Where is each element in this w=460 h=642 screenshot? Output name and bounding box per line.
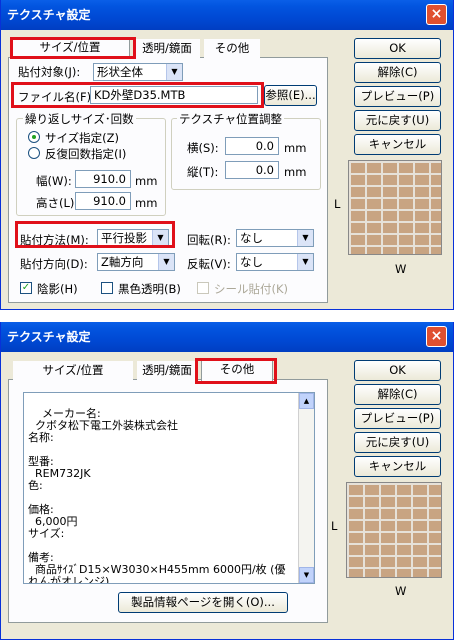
black-transparent-checkbox[interactable] xyxy=(101,282,113,294)
product-info-text[interactable]: メーカー名: クボタ松下電工外装株式会社 名称: 型番: REM732JK 色:… xyxy=(23,392,315,584)
highlight-box xyxy=(15,221,175,248)
width-unit: mm xyxy=(135,174,158,188)
texture-settings-dialog-other: テクスチャ設定 × サイズ/位置 透明/鏡面 その他 メーカー名: クボタ松下電… xyxy=(0,322,454,640)
close-button[interactable]: × xyxy=(426,326,447,347)
height-unit: mm xyxy=(135,196,158,210)
undo-button[interactable]: 元に戻す(U) xyxy=(354,432,441,453)
product-info-content: メーカー名: クボタ松下電工外装株式会社 名称: 型番: REM732JK 色:… xyxy=(28,407,286,584)
highlight-box xyxy=(195,358,277,384)
preview-button[interactable]: プレビュー(P) xyxy=(354,86,441,107)
ok-button[interactable]: OK xyxy=(354,38,441,59)
chevron-down-icon: ▼ xyxy=(297,230,313,246)
dialog-title: テクスチャ設定 xyxy=(7,330,91,344)
radio-size-spec-label: サイズ指定(Z) xyxy=(45,131,120,145)
cancel-button[interactable]: キャンセル xyxy=(354,134,441,155)
seal-label: シール貼付(K) xyxy=(214,282,289,296)
tab-other[interactable]: その他 xyxy=(204,39,260,59)
width-label: 幅(W): xyxy=(36,174,72,188)
repeat-size-group-label: 繰り返しサイズ･回数 xyxy=(23,111,136,127)
highlight-box xyxy=(10,37,136,59)
vertical-field[interactable]: 0.0 xyxy=(225,161,279,179)
direction-label: 貼付方向(D): xyxy=(20,257,88,271)
shadow-checkbox[interactable]: ✓ xyxy=(20,282,32,294)
width-field[interactable]: 910.0 xyxy=(75,170,131,188)
direction-select[interactable]: Z軸方向 ▼ xyxy=(97,253,175,271)
flip-value: なし xyxy=(240,255,263,269)
direction-value: Z軸方向 xyxy=(101,255,144,269)
scroll-down-icon[interactable]: ▼ xyxy=(299,567,314,583)
radio-size-spec[interactable] xyxy=(28,131,40,143)
tab-size-position[interactable]: サイズ/位置 xyxy=(13,361,133,381)
texture-position-group-label: テクスチャ位置調整 xyxy=(177,111,285,127)
vertical-label: 縦(T): xyxy=(187,165,219,179)
flip-select[interactable]: なし ▼ xyxy=(236,253,314,271)
title-bar: テクスチャ設定 × xyxy=(1,322,453,352)
preview-width-label: W xyxy=(395,584,407,598)
rotate-label: 回転(R): xyxy=(187,233,231,247)
undo-button[interactable]: 元に戻す(U) xyxy=(354,110,441,131)
rotate-value: なし xyxy=(240,231,263,245)
flip-label: 反転(V): xyxy=(187,257,231,271)
chevron-down-icon: ▼ xyxy=(297,254,313,270)
shadow-label: 陰影(H) xyxy=(37,282,78,296)
ok-button[interactable]: OK xyxy=(354,360,441,381)
texture-preview xyxy=(348,160,442,255)
preview-width-label: W xyxy=(395,262,407,276)
chevron-down-icon: ▼ xyxy=(158,254,174,270)
release-button[interactable]: 解除(C) xyxy=(354,62,441,83)
highlight-box xyxy=(11,82,264,108)
preview-height-label: L xyxy=(331,519,338,533)
close-button[interactable]: × xyxy=(426,4,447,25)
height-label: 高さ(L): xyxy=(36,196,79,210)
preview-button[interactable]: プレビュー(P) xyxy=(354,408,441,429)
rotate-select[interactable]: なし ▼ xyxy=(236,229,314,247)
tab-transparency-mirror[interactable]: 透明/鏡面 xyxy=(137,361,197,381)
attach-target-label: 貼付対象(J): xyxy=(18,65,81,79)
height-field[interactable]: 910.0 xyxy=(75,192,131,210)
horizontal-field[interactable]: 0.0 xyxy=(225,137,279,155)
texture-preview xyxy=(346,482,442,578)
horizontal-label: 横(S): xyxy=(187,141,219,155)
tab-transparency-mirror[interactable]: 透明/鏡面 xyxy=(134,39,200,59)
radio-repeat-count-label: 反復回数指定(I) xyxy=(45,147,127,161)
preview-height-label: L xyxy=(334,197,341,211)
horizontal-unit: mm xyxy=(284,141,307,155)
texture-settings-dialog-size: テクスチャ設定 × サイズ/位置 透明/鏡面 その他 貼付対象(J): 形状全体… xyxy=(0,0,454,310)
radio-repeat-count[interactable] xyxy=(28,147,40,159)
title-bar: テクスチャ設定 × xyxy=(1,0,453,30)
release-button[interactable]: 解除(C) xyxy=(354,384,441,405)
chevron-down-icon: ▼ xyxy=(166,64,182,80)
seal-checkbox[interactable] xyxy=(197,282,209,294)
dialog-title: テクスチャ設定 xyxy=(7,8,91,22)
attach-target-value: 形状全体 xyxy=(97,65,143,79)
open-product-info-button[interactable]: 製品情報ページを開く(O)... xyxy=(118,592,288,613)
cancel-button[interactable]: キャンセル xyxy=(354,456,441,477)
black-transparent-label: 黒色透明(B) xyxy=(118,282,181,296)
scroll-up-icon[interactable]: ▲ xyxy=(299,393,314,409)
vertical-unit: mm xyxy=(284,165,307,179)
vertical-scrollbar[interactable]: ▲ ▼ xyxy=(298,393,314,583)
browse-button[interactable]: 参照(E)... xyxy=(264,85,317,106)
attach-target-select[interactable]: 形状全体 ▼ xyxy=(93,63,183,81)
